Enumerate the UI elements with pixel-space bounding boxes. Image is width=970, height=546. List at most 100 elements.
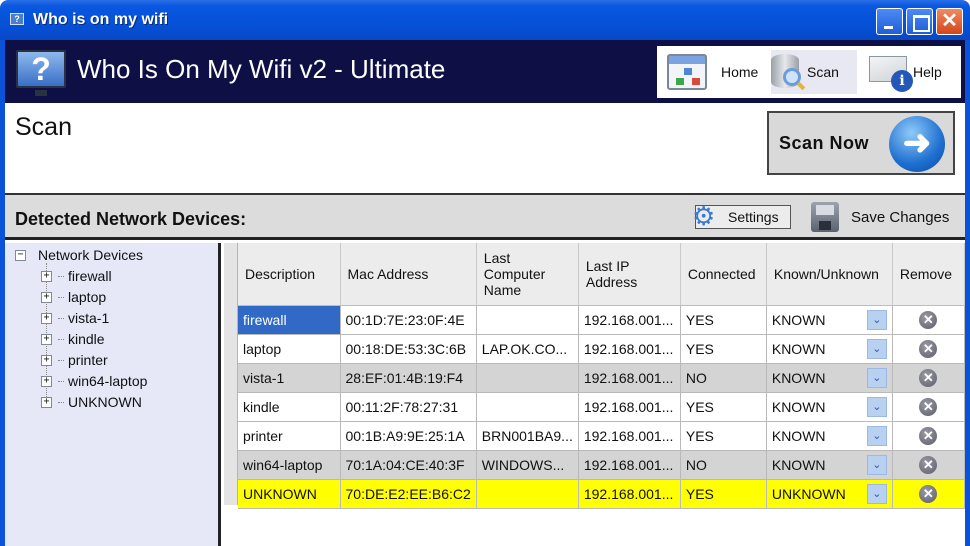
remove-icon[interactable]: ✕	[919, 310, 938, 329]
nav-help[interactable]: i Help	[869, 50, 959, 94]
connected-cell[interactable]: YES	[680, 421, 767, 451]
description-cell[interactable]: vista-1	[238, 363, 341, 393]
table-row[interactable]: UNKNOWN 70:DE:E2:EE:B6:C2 192.168.001... YE…	[238, 479, 965, 509]
scan-now-label: Scan Now	[779, 132, 870, 153]
col-description[interactable]: Description	[238, 243, 341, 306]
computer-name-cell[interactable]: WINDOWS...	[476, 450, 579, 480]
tree-item[interactable]: + vista-1	[41, 310, 109, 326]
col-mac-address[interactable]: Mac Address	[340, 243, 477, 306]
known-unknown-select[interactable]: KNOWN ⌄	[766, 450, 893, 480]
close-button[interactable]: ✕	[936, 8, 963, 35]
description-cell[interactable]: UNKNOWN	[238, 479, 341, 509]
chevron-down-icon[interactable]: ⌄	[866, 338, 887, 359]
ip-address-cell[interactable]: 192.168.001...	[578, 479, 681, 509]
expand-icon[interactable]: +	[41, 270, 52, 282]
tree-item-label: vista-1	[68, 310, 110, 326]
connected-cell[interactable]: NO	[680, 363, 767, 393]
remove-icon[interactable]: ✕	[919, 455, 938, 474]
col-last-ip-address[interactable]: Last IP Address	[578, 243, 681, 306]
tree-item[interactable]: + laptop	[41, 289, 106, 305]
computer-name-cell[interactable]	[476, 305, 579, 335]
known-unknown-select[interactable]: KNOWN ⌄	[766, 392, 893, 422]
known-unknown-select[interactable]: KNOWN ⌄	[766, 421, 893, 451]
table-row[interactable]: laptop 00:18:DE:53:3C:6B LAP.OK.CO... 192.1…	[238, 334, 965, 364]
description-cell[interactable]: win64-laptop	[238, 450, 341, 480]
scan-now-button[interactable]: Scan Now ➜	[767, 111, 955, 175]
ip-address-cell[interactable]: 192.168.001...	[578, 363, 681, 393]
description-cell[interactable]: kindle	[238, 392, 341, 422]
mac-address-cell[interactable]: 70:1A:04:CE:40:3F	[340, 450, 477, 480]
minimize-button[interactable]	[876, 8, 903, 35]
remove-cell: ✕	[892, 450, 965, 480]
description-cell[interactable]: laptop	[238, 334, 341, 364]
remove-icon[interactable]: ✕	[919, 397, 938, 416]
nav-home[interactable]: Home	[667, 50, 765, 94]
table-row[interactable]: printer 00:1B:A9:9E:25:1A BRN001BA9... 192.…	[238, 421, 965, 451]
collapse-icon[interactable]: −	[15, 249, 26, 261]
mac-address-cell[interactable]: 00:1D:7E:23:0F:4E	[340, 305, 477, 335]
tree-item[interactable]: + printer	[41, 352, 108, 368]
description-cell[interactable]: firewall	[238, 305, 341, 335]
nav-scan[interactable]: Scan	[771, 50, 857, 94]
expand-icon[interactable]: +	[41, 291, 52, 303]
known-unknown-select[interactable]: KNOWN ⌄	[766, 334, 893, 364]
computer-name-cell[interactable]: BRN001BA9...	[476, 421, 579, 451]
ip-address-cell[interactable]: 192.168.001...	[578, 334, 681, 364]
expand-icon[interactable]: +	[41, 354, 52, 366]
mac-address-cell[interactable]: 70:DE:E2:EE:B6:C2	[340, 479, 477, 509]
devices-grid: Description Mac Address Last Computer Na…	[224, 243, 965, 546]
computer-name-cell[interactable]	[476, 479, 579, 509]
col-connected[interactable]: Connected	[680, 243, 767, 306]
tree-item[interactable]: + UNKNOWN	[41, 394, 142, 410]
computer-name-cell[interactable]	[476, 363, 579, 393]
remove-icon[interactable]: ✕	[919, 339, 938, 358]
mac-address-cell[interactable]: 28:EF:01:4B:19:F4	[340, 363, 477, 393]
chevron-down-icon[interactable]: ⌄	[866, 309, 887, 330]
settings-button[interactable]: ⚙ Settings	[692, 203, 791, 229]
remove-icon[interactable]: ✕	[919, 368, 938, 387]
known-unknown-select[interactable]: KNOWN ⌄	[766, 305, 893, 335]
col-last-computer-name[interactable]: Last Computer Name	[476, 243, 579, 306]
connected-cell[interactable]: YES	[680, 479, 767, 509]
ip-address-cell[interactable]: 192.168.001...	[578, 421, 681, 451]
expand-icon[interactable]: +	[41, 396, 52, 408]
ip-address-cell[interactable]: 192.168.001...	[578, 392, 681, 422]
connected-cell[interactable]: NO	[680, 450, 767, 480]
description-cell[interactable]: printer	[238, 421, 341, 451]
expand-icon[interactable]: +	[41, 375, 52, 387]
connected-cell[interactable]: YES	[680, 305, 767, 335]
tree-item[interactable]: + kindle	[41, 331, 105, 347]
table-row[interactable]: firewall 00:1D:7E:23:0F:4E 192.168.001... Y…	[238, 305, 965, 335]
computer-name-cell[interactable]	[476, 392, 579, 422]
remove-icon[interactable]: ✕	[919, 484, 938, 503]
mac-address-cell[interactable]: 00:1B:A9:9E:25:1A	[340, 421, 477, 451]
tree-root[interactable]: − Network Devices	[15, 247, 143, 263]
connected-cell[interactable]: YES	[680, 392, 767, 422]
maximize-button[interactable]	[906, 8, 933, 35]
save-changes-button[interactable]: Save Changes	[811, 201, 949, 233]
tree-item-label: firewall	[68, 268, 112, 284]
col-remove[interactable]: Remove	[892, 243, 965, 306]
mac-address-cell[interactable]: 00:11:2F:78:27:31	[340, 392, 477, 422]
chevron-down-icon[interactable]: ⌄	[866, 425, 887, 446]
computer-name-cell[interactable]: LAP.OK.CO...	[476, 334, 579, 364]
chevron-down-icon[interactable]: ⌄	[866, 396, 887, 417]
tree-item[interactable]: + win64-laptop	[41, 373, 147, 389]
expand-icon[interactable]: +	[41, 312, 52, 324]
ip-address-cell[interactable]: 192.168.001...	[578, 305, 681, 335]
known-unknown-select[interactable]: UNKNOWN ⌄	[766, 479, 893, 509]
chevron-down-icon[interactable]: ⌄	[866, 367, 887, 388]
table-row[interactable]: kindle 00:11:2F:78:27:31 192.168.001... YES…	[238, 392, 965, 422]
expand-icon[interactable]: +	[41, 333, 52, 345]
connected-cell[interactable]: YES	[680, 334, 767, 364]
ip-address-cell[interactable]: 192.168.001...	[578, 450, 681, 480]
known-unknown-select[interactable]: KNOWN ⌄	[766, 363, 893, 393]
remove-icon[interactable]: ✕	[919, 426, 938, 445]
col-known-unknown[interactable]: Known/Unknown	[766, 243, 893, 306]
mac-address-cell[interactable]: 00:18:DE:53:3C:6B	[340, 334, 477, 364]
table-row[interactable]: vista-1 28:EF:01:4B:19:F4 192.168.001... NO…	[238, 363, 965, 393]
chevron-down-icon[interactable]: ⌄	[866, 454, 887, 475]
chevron-down-icon[interactable]: ⌄	[866, 483, 887, 504]
tree-item[interactable]: + firewall	[41, 268, 112, 284]
table-row[interactable]: win64-laptop 70:1A:04:CE:40:3F WINDOWS... 1…	[238, 450, 965, 480]
